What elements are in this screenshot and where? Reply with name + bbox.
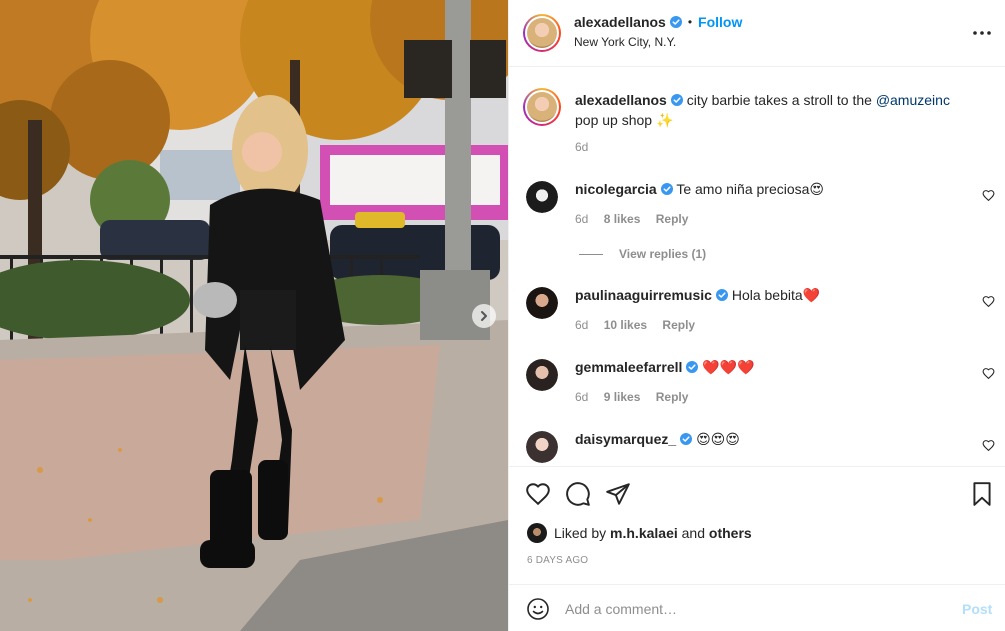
- post-actions: Liked by m.h.kalaei and others 6 DAYS AG…: [509, 466, 1005, 584]
- commenter-avatar[interactable]: [526, 287, 558, 319]
- next-photo-button[interactable]: [472, 304, 496, 328]
- comment-like-heart-icon[interactable]: [982, 189, 995, 202]
- more-options-icon[interactable]: [971, 22, 993, 44]
- comment-likes-count[interactable]: 8 likes: [604, 212, 641, 226]
- commenter-username[interactable]: daisymarquez_: [575, 431, 676, 447]
- emoji-smiley-icon[interactable]: [526, 597, 550, 621]
- follow-button[interactable]: Follow: [698, 14, 742, 30]
- post-location[interactable]: New York City, N.Y.: [574, 35, 676, 49]
- caption-body-end: pop up shop ✨: [575, 112, 674, 128]
- comment-body: Hola bebita❤️: [731, 287, 821, 303]
- comment-likes-count[interactable]: 10 likes: [604, 318, 647, 332]
- chevron-right-icon: [481, 311, 487, 321]
- author-line: alexadellanos • Follow: [574, 14, 742, 30]
- comment-meta: 6d 9 likes Reply: [575, 390, 700, 404]
- bookmark-icon[interactable]: [969, 481, 995, 507]
- post-image: [0, 0, 508, 631]
- liked-by-and: and: [681, 525, 705, 541]
- commenter-avatar[interactable]: [526, 431, 558, 463]
- reply-button[interactable]: Reply: [656, 390, 689, 404]
- paper-plane-icon[interactable]: [605, 481, 631, 507]
- comment-row: daisymarquez_ 😍😍😍: [509, 429, 1005, 466]
- comments-list[interactable]: alexadellanos city barbie takes a stroll…: [509, 67, 1005, 466]
- verified-badge-icon: [680, 433, 693, 445]
- comment-age[interactable]: 6d: [575, 390, 588, 404]
- comment-text: paulinaaguirremusic Hola bebita❤️: [575, 285, 965, 305]
- liked-by-prefix: Liked by: [554, 525, 607, 541]
- post-comment-button[interactable]: Post: [962, 601, 992, 617]
- caption-author-avatar[interactable]: [523, 88, 561, 126]
- comment-meta: 6d 8 likes Reply: [575, 212, 700, 226]
- post-side-panel: alexadellanos • Follow New York City, N.…: [508, 0, 1005, 631]
- reply-button[interactable]: Reply: [662, 318, 695, 332]
- caption-meta: 6d: [575, 140, 600, 154]
- comment-body: Te amo niña preciosa😍: [676, 181, 825, 197]
- comment-composer: Post: [509, 584, 1005, 631]
- verified-badge-icon: [686, 361, 699, 373]
- caption-text: alexadellanos city barbie takes a stroll…: [575, 90, 965, 130]
- commenter-username[interactable]: paulinaaguirremusic: [575, 287, 712, 303]
- comment-text: gemmaleefarrell ❤️❤️❤️: [575, 357, 965, 377]
- author-username[interactable]: alexadellanos: [574, 14, 666, 30]
- reply-button[interactable]: Reply: [656, 212, 689, 226]
- post-photo[interactable]: [0, 0, 508, 631]
- commenter-avatar[interactable]: [526, 181, 558, 213]
- comment-age[interactable]: 6d: [575, 318, 588, 332]
- comment-text: nicolegarcia Te amo niña preciosa😍: [575, 179, 965, 199]
- replies-divider-line: [579, 253, 603, 255]
- commenter-username[interactable]: nicolegarcia: [575, 181, 657, 197]
- comment-meta: 6d 10 likes Reply: [575, 318, 707, 332]
- comment-like-heart-icon[interactable]: [982, 439, 995, 452]
- view-replies-button[interactable]: View replies (1): [579, 247, 706, 261]
- caption-body: city barbie takes a stroll to the: [686, 92, 876, 108]
- comment-body: ❤️❤️❤️: [702, 359, 755, 375]
- heart-icon[interactable]: [525, 481, 551, 507]
- liker-username[interactable]: m.h.kalaei: [610, 525, 678, 541]
- verified-badge-icon: [669, 16, 682, 28]
- comment-age[interactable]: 6d: [575, 212, 588, 226]
- likers-others-link[interactable]: others: [709, 525, 752, 541]
- comment-row: nicolegarcia Te amo niña preciosa😍 6d 8 …: [509, 179, 1005, 239]
- liker-avatar[interactable]: [527, 523, 547, 543]
- verified-badge-icon: [715, 289, 728, 301]
- comment-bubble-icon[interactable]: [565, 481, 591, 507]
- comment-like-heart-icon[interactable]: [982, 295, 995, 308]
- author-avatar[interactable]: [523, 14, 561, 52]
- caption-mention-link[interactable]: @amuzeinc: [876, 92, 950, 108]
- comment-row: gemmaleefarrell ❤️❤️❤️ 6d 9 likes Reply: [509, 357, 1005, 417]
- post-date[interactable]: 6 DAYS AGO: [527, 555, 588, 566]
- comment-likes-count[interactable]: 9 likes: [604, 390, 641, 404]
- comment-body: 😍😍😍: [696, 431, 740, 447]
- commenter-username[interactable]: gemmaleefarrell: [575, 359, 682, 375]
- caption-row: alexadellanos city barbie takes a stroll…: [509, 88, 1005, 158]
- caption-age[interactable]: 6d: [575, 140, 588, 154]
- comment-like-heart-icon[interactable]: [982, 367, 995, 380]
- verified-badge-icon: [670, 94, 683, 106]
- caption-username[interactable]: alexadellanos: [575, 92, 667, 108]
- view-replies-label: View replies (1): [619, 247, 707, 261]
- commenter-avatar[interactable]: [526, 359, 558, 391]
- comment-input[interactable]: [565, 597, 945, 621]
- verified-badge-icon: [660, 183, 673, 195]
- comment-text: daisymarquez_ 😍😍😍: [575, 429, 965, 449]
- post-header: alexadellanos • Follow New York City, N.…: [509, 0, 1005, 67]
- liked-by: Liked by m.h.kalaei and others: [527, 523, 752, 543]
- separator-dot: •: [687, 15, 693, 29]
- comment-row: paulinaaguirremusic Hola bebita❤️ 6d 10 …: [509, 285, 1005, 345]
